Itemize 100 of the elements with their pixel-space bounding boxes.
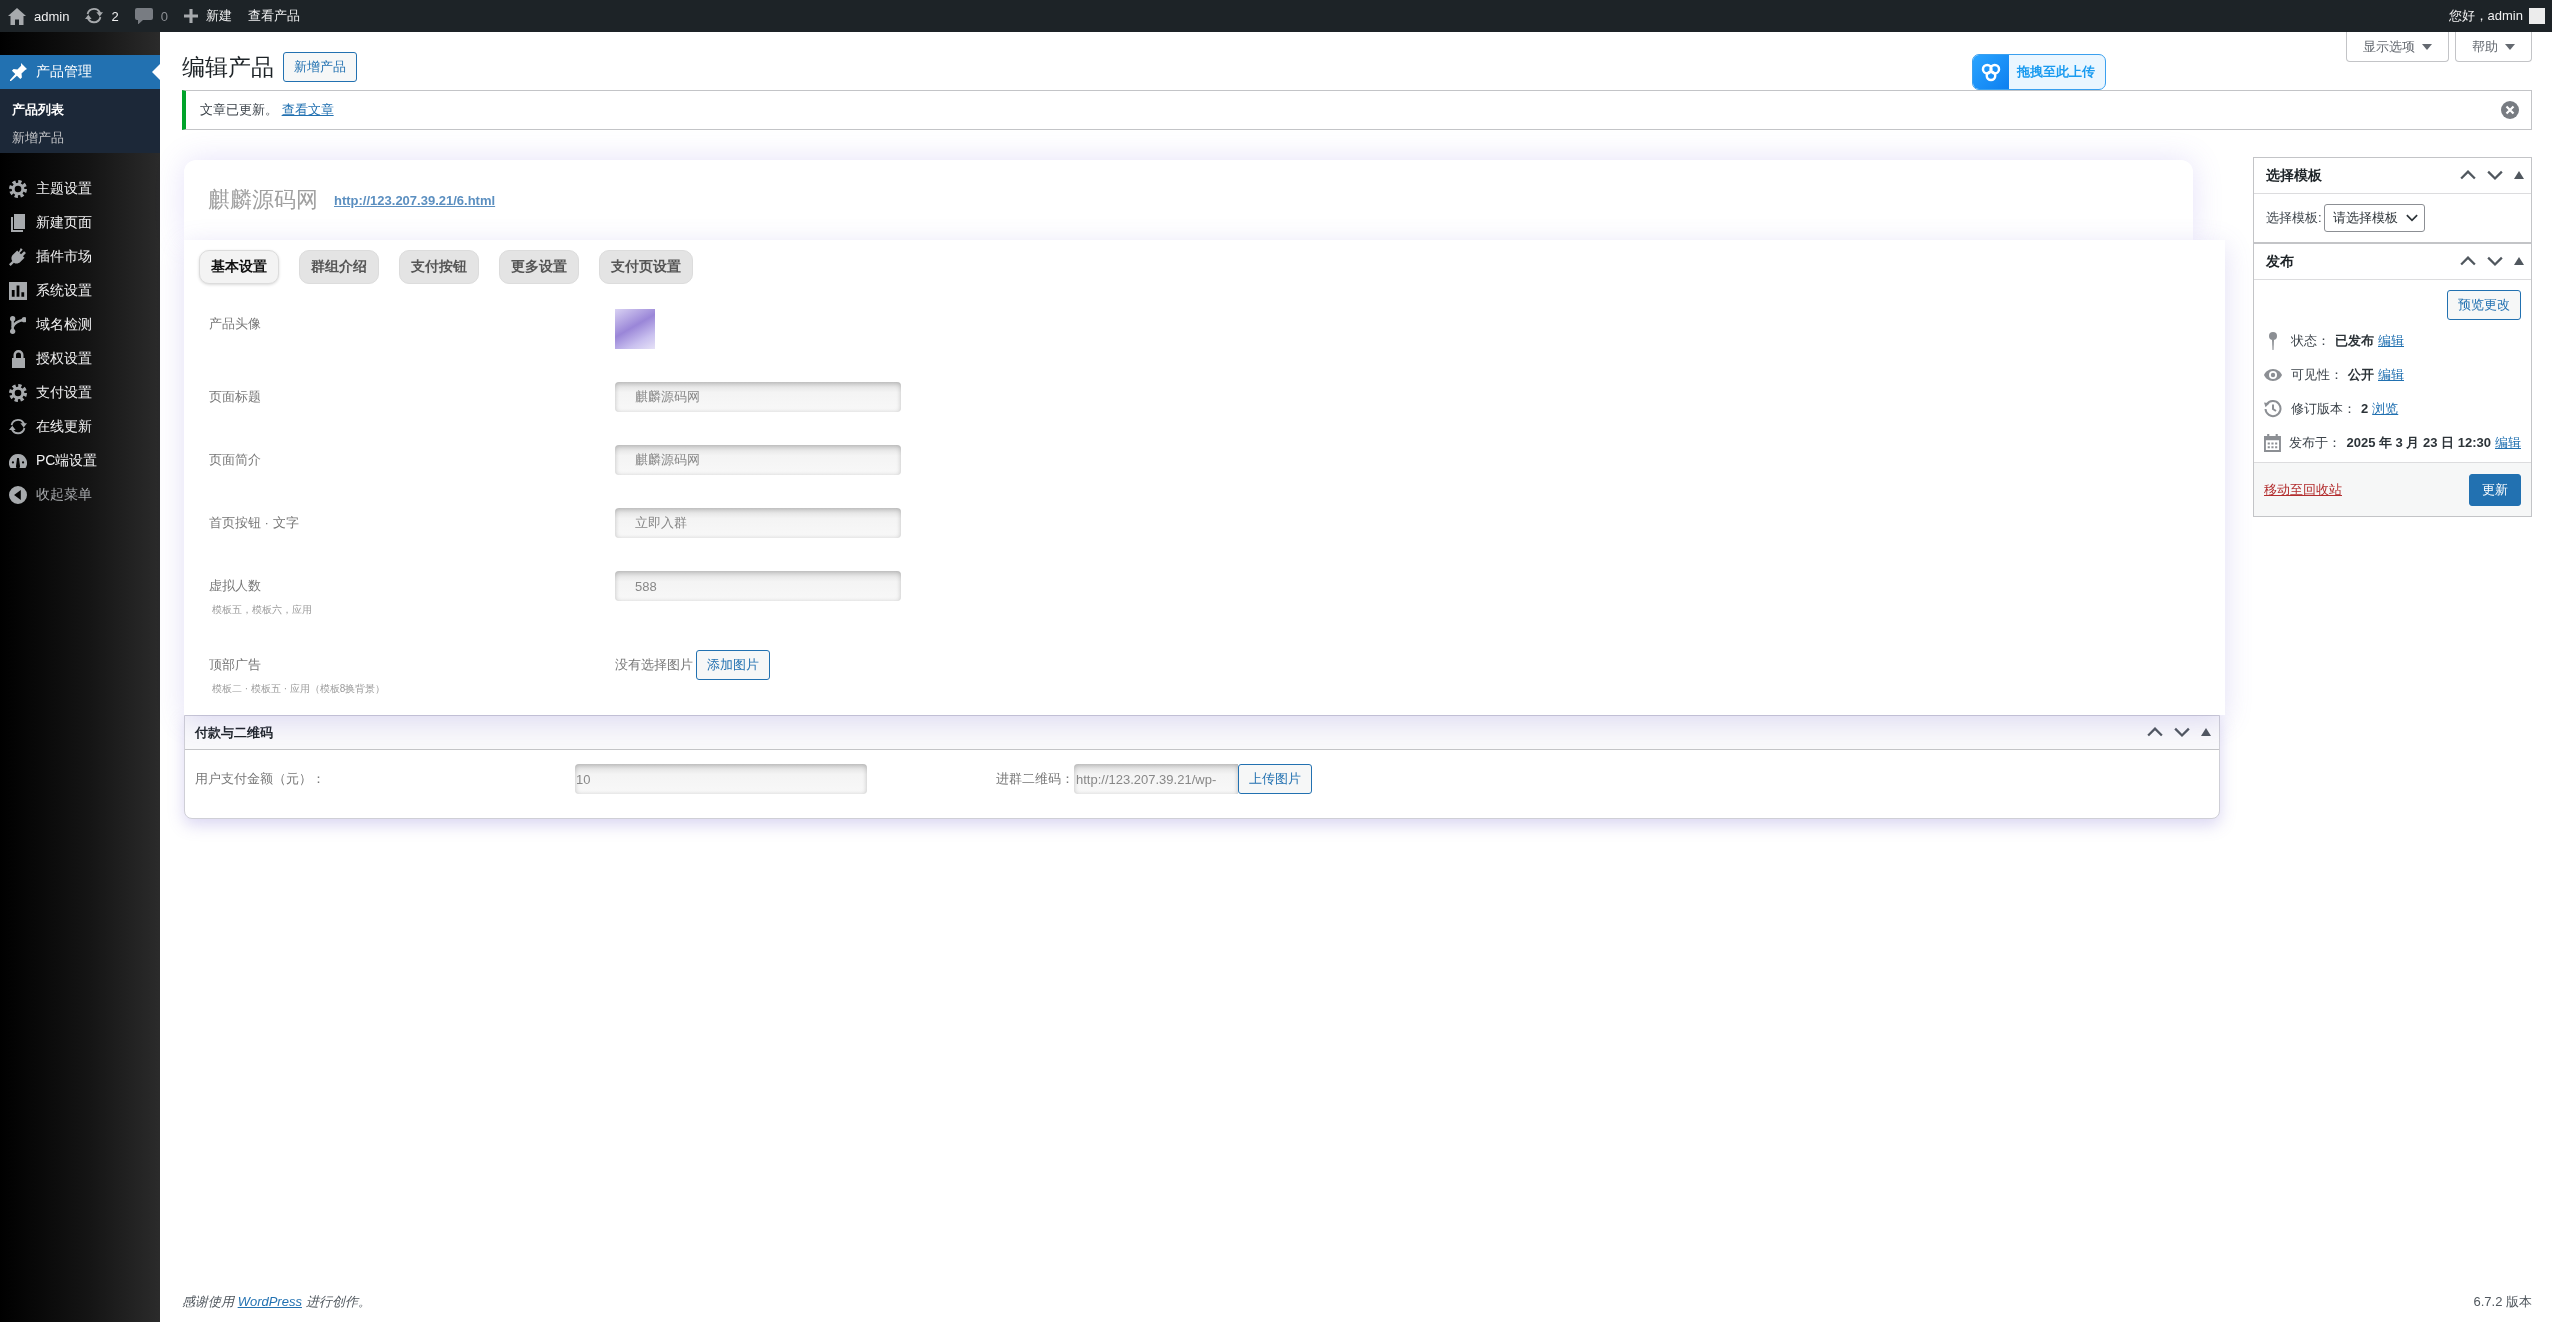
refresh-icon [85, 8, 104, 24]
chevron-down-icon[interactable] [2174, 727, 2190, 738]
field-label: 顶部广告 [209, 656, 261, 674]
sidebar-item[interactable]: 产品管理 [0, 55, 160, 89]
publish-info: 可见性： 公开 [2291, 366, 2374, 384]
publish-info: 状态： 已发布 [2291, 332, 2374, 350]
add-image-button[interactable]: 添加图片 [696, 650, 770, 680]
field-label: 页面简介 [209, 451, 261, 469]
field-hint: 模板五，模板六，应用 [212, 603, 312, 617]
text-field[interactable]: 立即入群 [615, 508, 901, 538]
branch-icon [9, 316, 27, 334]
field-label: 用户支付金额（元）： [195, 770, 326, 788]
chevron-up-icon[interactable] [2460, 256, 2476, 267]
chevron-down-icon [2405, 214, 2418, 222]
action-link[interactable]: 浏览 [2372, 400, 2399, 418]
upload-button[interactable]: 上传图片 [1238, 764, 1312, 794]
field-label: 选择模板: [2266, 209, 2322, 227]
field-label: 虚拟人数 [209, 577, 261, 595]
update-button[interactable]: 更新 [2469, 473, 2521, 506]
lock-icon [11, 350, 25, 368]
pushpin-icon [2269, 332, 2277, 350]
site-link[interactable]: admin [8, 7, 70, 25]
gear-icon [9, 180, 27, 198]
action-link[interactable]: 编辑 [2495, 434, 2521, 452]
version-text: 6.7.2 版本 [2473, 1293, 2532, 1311]
text-field[interactable]: 588 [615, 571, 901, 601]
tab[interactable]: 群组介绍 [299, 250, 379, 284]
close-icon[interactable] [2501, 101, 2519, 119]
sidebar-item[interactable]: 插件市场 [0, 240, 160, 274]
permalink-link[interactable]: http://123.207.39.21/6.html [334, 192, 496, 208]
pages-icon [11, 214, 25, 232]
triangle-up-icon[interactable] [2201, 728, 2211, 737]
action-link[interactable]: 编辑 [2378, 366, 2404, 384]
url-field[interactable]: http://123.207.39.21/wp- [1074, 764, 1238, 794]
new-link[interactable]: 新建 [183, 7, 232, 25]
sidebar-item[interactable]: 主题设置 [0, 172, 160, 206]
calendar-icon [2263, 434, 2281, 452]
history-icon [2264, 400, 2282, 418]
sidebar-item[interactable]: 收起菜单 [0, 478, 160, 512]
sidebar-item[interactable]: PC端设置 [0, 444, 160, 478]
submenu-item[interactable]: 新增产品 [0, 124, 160, 152]
sidebar-item[interactable]: 授权设置 [0, 342, 160, 376]
tab[interactable]: 支付页设置 [599, 250, 693, 284]
thumbtack-icon [9, 63, 27, 81]
submenu-item[interactable]: 产品列表 [0, 96, 160, 124]
home-icon [8, 7, 26, 25]
eye-icon [2264, 369, 2282, 381]
sidebar-item[interactable]: 系统设置 [0, 274, 160, 308]
triangle-up-icon[interactable] [2514, 171, 2524, 180]
sidebar-item[interactable]: 支付设置 [0, 376, 160, 410]
caret-icon [2505, 43, 2515, 50]
section-title: 付款与二维码 [195, 723, 273, 742]
field-label: 首页按钮 · 文字 [209, 514, 299, 532]
chevron-down-icon[interactable] [2487, 256, 2503, 267]
screen-tab-button[interactable]: 帮助 [2455, 32, 2532, 62]
template-select[interactable]: 请选择模板 [2323, 204, 2425, 232]
amount-field[interactable]: 10 [575, 764, 867, 794]
tab[interactable]: 基本设置 [199, 250, 279, 284]
publish-info: 发布于： 2025 年 3 月 23 日 12:30 [2289, 434, 2491, 452]
gauge-icon [9, 453, 27, 469]
text-field[interactable]: 麒麟源码网 [615, 382, 901, 412]
gear-icon [9, 384, 27, 402]
media-status: 没有选择图片 [615, 656, 693, 674]
footer-text: 感谢使用 WordPress 进行创作。 [182, 1293, 371, 1311]
account-link[interactable]: 您好，admin [2448, 7, 2545, 25]
action-link[interactable]: 编辑 [2378, 332, 2404, 350]
photo-placeholder [615, 309, 655, 349]
chevron-up-icon[interactable] [2460, 170, 2476, 181]
text-field[interactable]: 麒麟源码网 [615, 445, 901, 475]
footer-link[interactable]: WordPress [237, 1294, 302, 1309]
chevron-up-icon[interactable] [2147, 727, 2163, 738]
comments-link[interactable]: 0 [134, 7, 168, 25]
bar-chart-icon [9, 282, 27, 300]
chevron-down-icon[interactable] [2487, 170, 2503, 181]
preview-button[interactable]: 预览更改 [2447, 290, 2521, 320]
current-arrow-icon [152, 64, 160, 80]
notice-link[interactable]: 查看文章 [281, 102, 334, 117]
trash-link[interactable]: 移动至回收站 [2264, 480, 2342, 499]
updates-link[interactable]: 2 [85, 8, 119, 24]
comment-icon [134, 7, 153, 25]
field-label: 进群二维码： [996, 770, 1074, 788]
add-product-button[interactable]: 新增产品 [283, 52, 357, 82]
screen-tab-button[interactable]: 显示选项 [2346, 32, 2449, 62]
avatar-icon [2529, 8, 2545, 24]
sidebar-item[interactable]: 在线更新 [0, 410, 160, 444]
page-title: 编辑产品 [182, 53, 274, 82]
sidebar-item[interactable]: 域名检测 [0, 308, 160, 342]
triangle-up-icon[interactable] [2514, 257, 2524, 266]
plug-icon [9, 248, 27, 266]
field-label: 产品头像 [209, 315, 261, 333]
tab[interactable]: 更多设置 [499, 250, 579, 284]
box-title: 选择模板 [2266, 166, 2322, 185]
tab[interactable]: 支付按钮 [399, 250, 479, 284]
field-label: 页面标题 [209, 388, 261, 406]
box-title: 发布 [2266, 252, 2294, 271]
view-product-link[interactable]: 查看产品 [247, 7, 300, 25]
refresh-icon [9, 419, 27, 435]
collapse-icon [9, 486, 27, 504]
publish-info: 修订版本： 2 [2291, 400, 2369, 418]
sidebar-item[interactable]: 新建页面 [0, 206, 160, 240]
